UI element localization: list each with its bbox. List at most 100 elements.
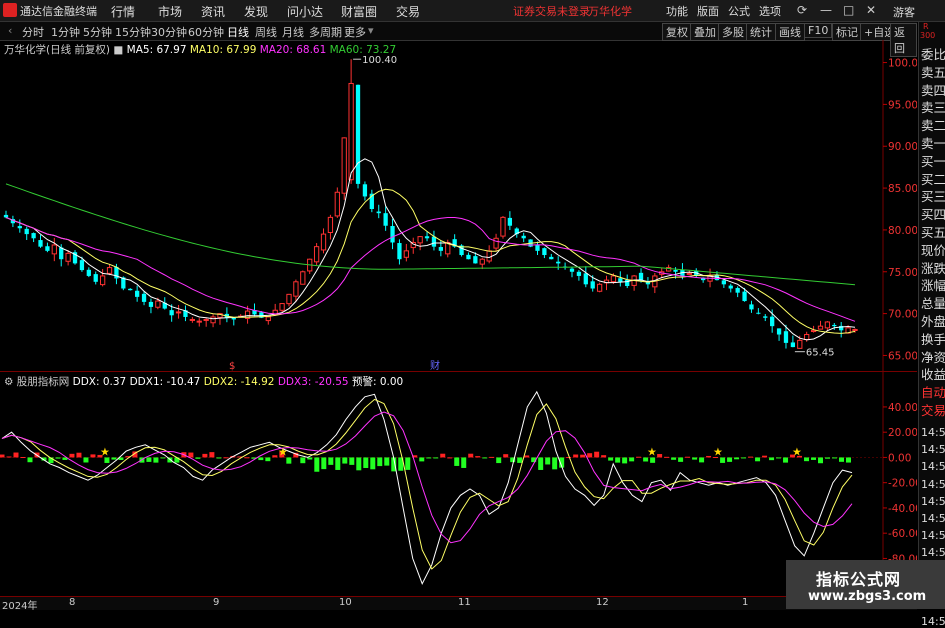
period-tab-daily[interactable]: 日线	[227, 24, 249, 40]
candle-body	[569, 268, 575, 272]
app-name: 通达信金融终端	[20, 5, 97, 18]
panel-item-15[interactable]: 外盘	[921, 315, 945, 329]
panel-item-4[interactable]: 卖二	[921, 119, 945, 133]
panel-item-6[interactable]: 买一	[921, 154, 945, 169]
quote-side-panel: R 300 委比 卖五 卖四 卖三 卖二 卖一 买一 买二 买三 买四 买五 现价 涨跌 涨幅 总量 外盘 换手…	[918, 22, 945, 628]
ddx2-label: DDX2: -14.92	[203, 376, 275, 388]
panel-item-5[interactable]: 卖一	[921, 137, 945, 151]
menu-item-zixun[interactable]: 资讯	[201, 3, 225, 20]
fuquan-button[interactable]: 复权	[662, 23, 692, 41]
f10-button[interactable]: F10	[804, 23, 833, 38]
panel-item-20[interactable]: 交易	[921, 404, 945, 418]
period-tab-30min[interactable]: 30分钟	[151, 24, 187, 40]
panel-item-12[interactable]: 涨跌	[921, 261, 945, 276]
panel-item-1[interactable]: 卖五	[921, 65, 945, 80]
candle-body	[362, 184, 368, 197]
candle-body	[128, 288, 133, 291]
indicator-tick-label: -40.00	[888, 503, 917, 515]
period-tab-weekly[interactable]: 周线	[255, 24, 277, 40]
ddx-bar	[748, 456, 754, 458]
indicator-chart[interactable]: 40.0020.000.00-20.00-40.00-60.00-80.00★★…	[0, 372, 922, 594]
ddx-bar	[811, 457, 817, 460]
menu-item-caifuquan[interactable]: 财富圈	[341, 3, 377, 20]
panel-item-17[interactable]: 净资	[921, 350, 945, 365]
candle-body	[756, 312, 761, 314]
candle-body	[473, 256, 478, 264]
candle-body	[790, 342, 796, 348]
period-tab-15min[interactable]: 15分钟	[115, 24, 151, 40]
panel-item-9[interactable]: 买四	[921, 208, 945, 222]
ddx-bar	[804, 457, 810, 462]
period-tab-5min[interactable]: 5分钟	[83, 24, 112, 40]
period-tab-monthly[interactable]: 月线	[282, 24, 304, 40]
maximize-button[interactable]: □	[843, 3, 854, 17]
ddx-bar	[741, 457, 747, 459]
menu-item-banmian[interactable]: 版面	[697, 3, 719, 19]
menu-item-faxian[interactable]: 发现	[244, 3, 268, 20]
panel-item-7[interactable]: 买二	[921, 172, 945, 187]
mark-button[interactable]: 标记	[832, 23, 862, 41]
ddx-bar	[160, 457, 166, 459]
candle-body	[852, 329, 858, 332]
date-label-sep: 9	[213, 597, 220, 608]
panel-item-0[interactable]: 委比	[921, 48, 945, 62]
more-dropdown-icon[interactable]: ▾	[368, 24, 374, 37]
draw-line-button[interactable]: 画线	[775, 23, 805, 41]
candle-body	[403, 250, 409, 258]
panel-badge-num: 300	[920, 31, 936, 40]
period-tab-60min[interactable]: 60分钟	[188, 24, 224, 40]
panel-item-18[interactable]: 收益	[921, 368, 945, 382]
candle-body	[355, 84, 361, 184]
period-tab-fenshi[interactable]: 分时	[22, 24, 44, 40]
panel-item-13[interactable]: 涨幅	[921, 279, 945, 293]
ddx-bar	[587, 453, 593, 458]
indicator-settings-icon[interactable]: ⚙	[4, 376, 13, 388]
ddx3-label: DDX3: -20.55	[277, 376, 349, 388]
menu-item-jiaoyi[interactable]: 交易	[396, 3, 420, 20]
ddx-bar	[776, 457, 782, 459]
guest-label[interactable]: 游客	[893, 4, 915, 20]
menu-item-hangqing[interactable]: 行情	[111, 3, 135, 20]
ddx-bar	[615, 457, 621, 463]
ddx-bar	[608, 457, 614, 461]
menu-item-shichang[interactable]: 市场	[158, 3, 182, 20]
panel-item-3[interactable]: 卖三	[921, 101, 945, 115]
minimize-button[interactable]: —	[820, 3, 832, 17]
ma5-label: MA5: 67.97	[126, 44, 187, 56]
stats-button[interactable]: 统计	[746, 23, 776, 41]
candle-body	[189, 318, 196, 321]
multi-stock-button[interactable]: 多股	[718, 23, 748, 41]
panel-item-16[interactable]: 换手	[921, 332, 945, 347]
candle-body	[770, 316, 775, 327]
candle-body	[265, 316, 271, 322]
candle-body	[804, 334, 810, 341]
restore-icon[interactable]: ⟳	[797, 3, 807, 17]
period-tab-more[interactable]: 更多	[344, 24, 366, 40]
menu-item-wenxiaoda[interactable]: 问小达	[287, 3, 323, 20]
panel-item-14[interactable]: 总量	[921, 297, 945, 311]
panel-item-10[interactable]: 买五	[921, 226, 945, 240]
period-tab-1min[interactable]: 1分钟	[51, 24, 80, 40]
warning-star-icon: ★	[713, 445, 723, 458]
candle-body	[479, 258, 485, 265]
overlay-button[interactable]: 叠加	[690, 23, 720, 41]
menu-item-xuanxiang[interactable]: 选项	[759, 3, 781, 19]
panel-time-0: 14:56	[921, 426, 945, 439]
candle-body	[24, 228, 29, 235]
menu-item-gongshi[interactable]: 公式	[728, 3, 750, 19]
menu-item-gongneng[interactable]: 功能	[666, 3, 688, 19]
ddx-bar	[307, 457, 313, 460]
price-chart[interactable]: 100.00 95.00 90.00 85.00 80.00 75.00 70.00 65.0…	[0, 40, 925, 372]
candle-body	[38, 240, 43, 247]
panel-item-2[interactable]: 卖四	[921, 83, 945, 98]
panel-item-8[interactable]: 买三	[921, 190, 945, 204]
indicator-chart-svg: 40.0020.000.00-20.00-40.00-60.00-80.00★★…	[0, 372, 922, 594]
login-status[interactable]: 证券交易未登录	[513, 3, 590, 19]
panel-item-19[interactable]: 自动	[921, 386, 945, 400]
ddx-bar	[426, 457, 432, 459]
ddx-bar	[545, 457, 551, 465]
close-button[interactable]: ✕	[866, 3, 876, 17]
toolbar-scroll-left-icon[interactable]: ‹	[8, 24, 12, 37]
panel-item-11[interactable]: 现价	[921, 243, 945, 258]
period-tab-multi[interactable]: 多周期	[309, 24, 342, 40]
